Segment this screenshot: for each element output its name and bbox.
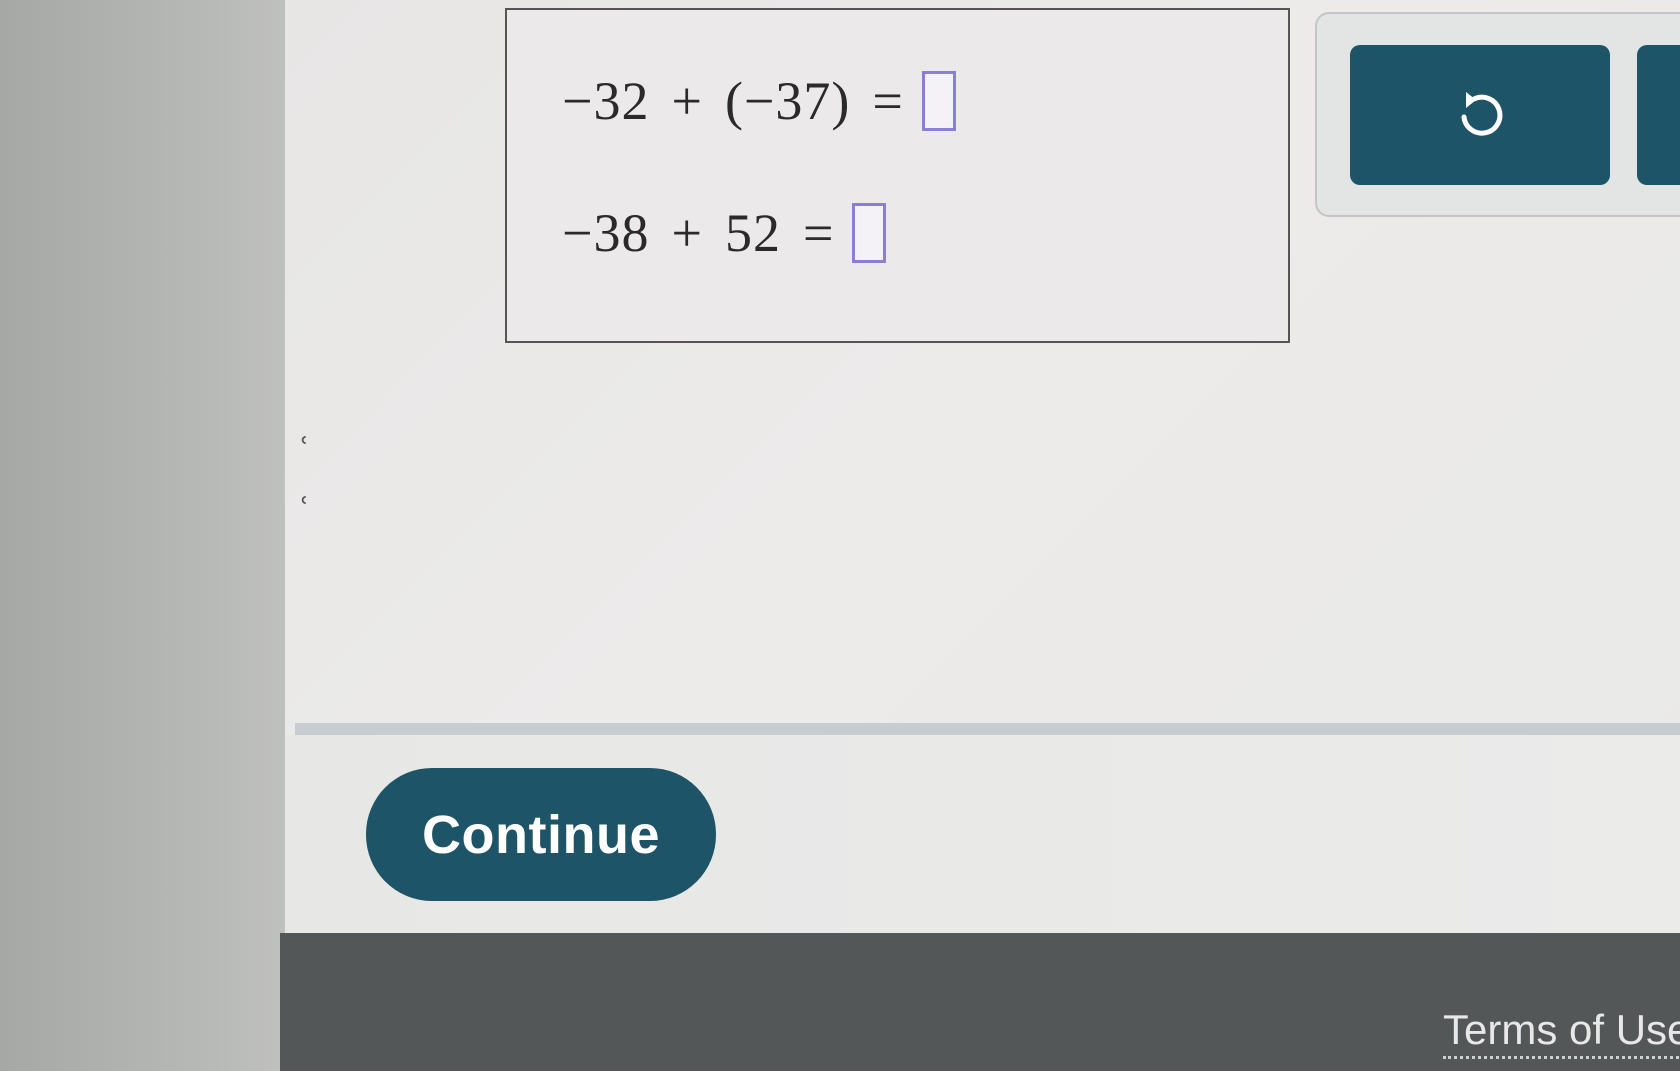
terms-of-use-link[interactable]: Terms of Use: [1443, 1006, 1680, 1059]
equation-1: −32 + (−37) =: [562, 70, 956, 132]
undo-button[interactable]: [1350, 45, 1610, 185]
equation-2-term-1: −38: [562, 203, 650, 263]
equation-2-term-2: 52: [724, 203, 781, 263]
equation-1-term-1: −32: [562, 71, 650, 131]
equation-1-operator: +: [671, 71, 703, 131]
problem-box: −32 + (−37) = −38 + 52 =: [505, 8, 1290, 343]
equation-2-operator: +: [671, 203, 703, 263]
equation-2-equals: =: [802, 203, 835, 263]
background-left: [0, 0, 330, 1071]
equation-1-equals: =: [872, 71, 904, 131]
tool-button-partial[interactable]: [1637, 45, 1680, 185]
scroll-indicator: ʿʿ: [300, 432, 310, 527]
answer-input-1[interactable]: [921, 71, 956, 131]
continue-button[interactable]: Continue: [366, 768, 716, 901]
equation-2: −38 + 52 =: [562, 202, 887, 264]
undo-icon: [1461, 92, 1503, 136]
section-divider: [295, 723, 1680, 735]
equation-1-term-2: (−37): [724, 71, 851, 131]
answer-input-2[interactable]: [852, 203, 887, 263]
